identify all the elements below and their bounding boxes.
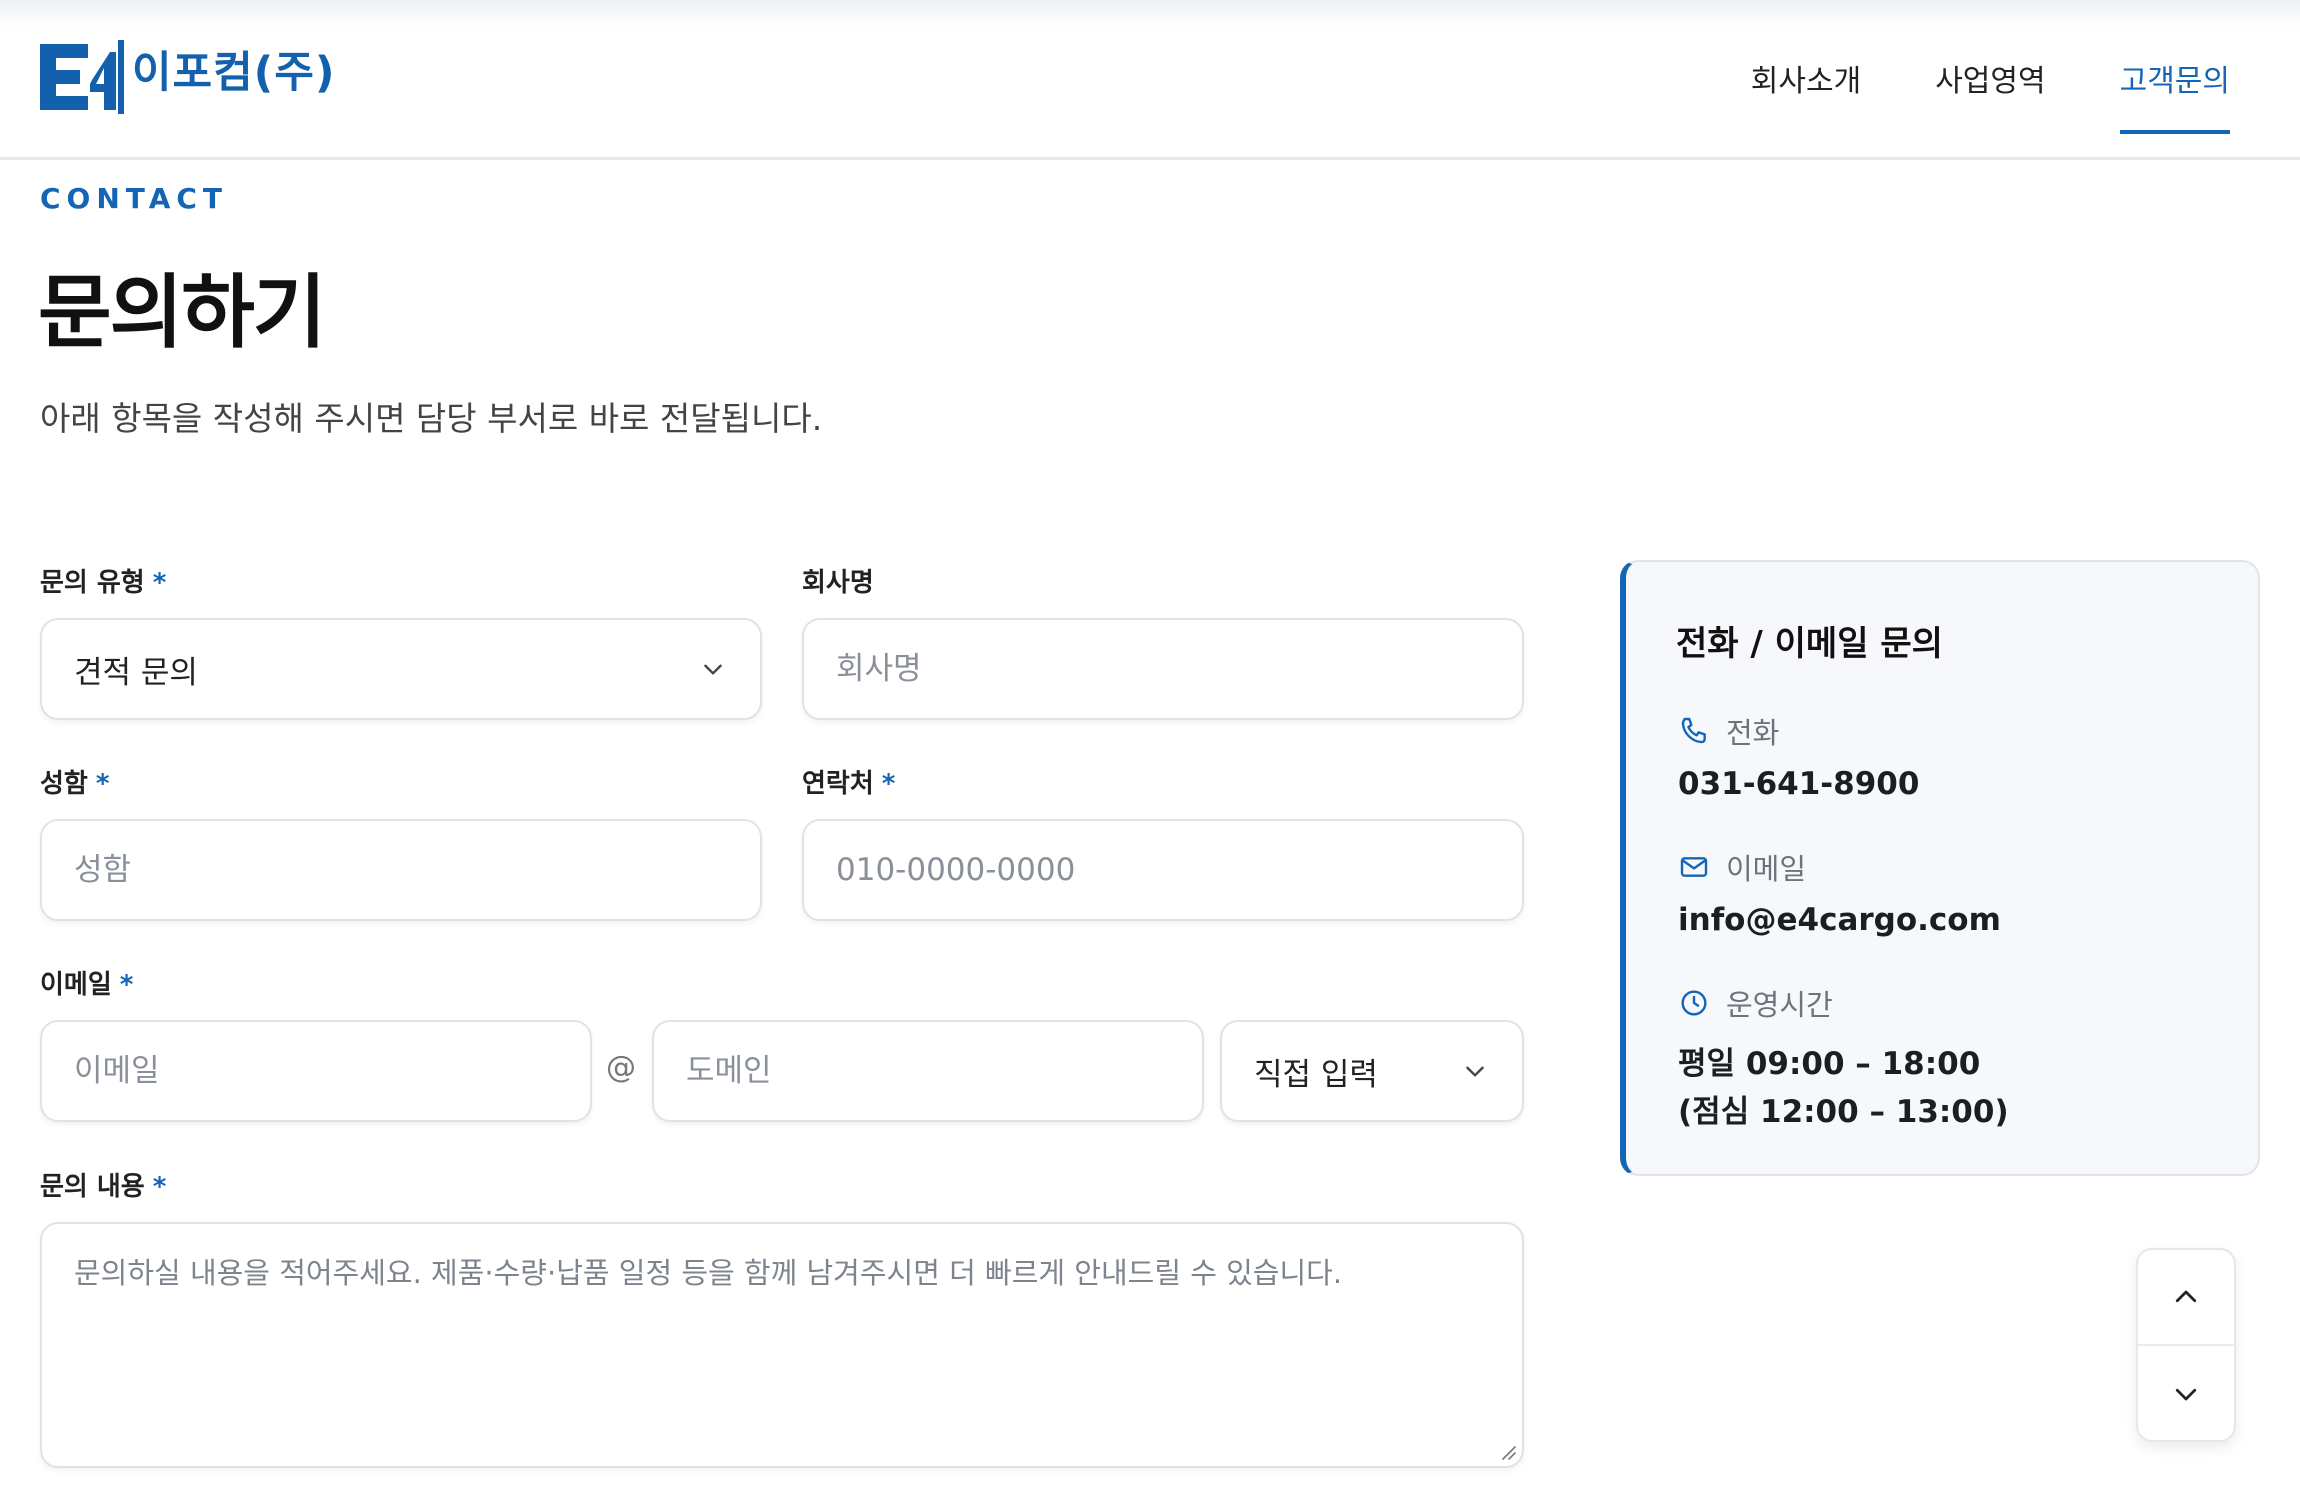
site-header: 이포컴(주) 회사소개 사업영역 고객문의: [0, 0, 2300, 160]
chevron-down-icon: [1466, 1066, 1484, 1077]
scroll-bottom-button[interactable]: [2138, 1346, 2234, 1442]
message-textarea[interactable]: [74, 1250, 1490, 1450]
page-title: 문의하기: [38, 266, 326, 359]
hours-lunch: (점심 12:00 – 13:00): [1678, 1094, 2009, 1130]
section-eyebrow: CONTACT: [40, 182, 229, 215]
inquiry-type-label: 문의 유형 *: [40, 568, 167, 598]
phone-input[interactable]: [836, 821, 1490, 919]
chevron-up-icon: [2175, 1290, 2197, 1303]
email-label: 이메일 *: [40, 970, 134, 1000]
phone-field: [802, 819, 1524, 921]
required-mark: *: [95, 769, 110, 799]
phone-label: 연락처 *: [802, 769, 896, 799]
card-title: 전화 / 이메일 문의: [1676, 624, 1943, 664]
name-label: 성함 *: [40, 769, 110, 799]
main-nav: 회사소개 사업영역 고객문의: [1677, 56, 2231, 136]
inquiry-type-select[interactable]: 견적 문의: [40, 618, 762, 720]
page-subtitle: 아래 항목을 작성해 주시면 담당 부서로 바로 전달됩니다.: [40, 399, 823, 438]
required-mark: *: [152, 1172, 167, 1202]
nav-item-company[interactable]: 회사소개: [1751, 56, 1861, 136]
mail-icon: [1680, 857, 1708, 877]
inquiry-type-value: 견적 문의: [74, 654, 198, 691]
phone-icon: [1681, 717, 1706, 744]
contact-info-card: 전화 / 이메일 문의 전화 031-641-8900 이메일 info@e4c…: [1620, 560, 2260, 1176]
scroll-top-button[interactable]: [2138, 1250, 2234, 1346]
brand-name: 이포컴(주): [132, 48, 336, 98]
required-mark: *: [152, 568, 167, 598]
message-field: [40, 1222, 1524, 1468]
email-local-field: [40, 1020, 592, 1122]
phone-number[interactable]: 031-641-8900: [1678, 766, 1919, 802]
clock-icon: [1681, 990, 1707, 1016]
at-sign: @: [606, 1050, 636, 1085]
email-label-text: 이메일: [1726, 852, 1807, 886]
required-mark: *: [881, 769, 896, 799]
email-domain-field: [652, 1020, 1204, 1122]
email-address[interactable]: info@e4cargo.com: [1678, 902, 2001, 938]
scroll-buttons: [2136, 1248, 2236, 1442]
email-domain-input[interactable]: [686, 1022, 1170, 1120]
chevron-down-icon: [2175, 1388, 2197, 1401]
required-mark: *: [119, 970, 134, 1000]
email-local-input[interactable]: [74, 1022, 558, 1120]
email-row: 이메일: [1678, 846, 1806, 888]
company-field: [802, 618, 1524, 720]
company-label: 회사명: [802, 568, 874, 598]
hours-label-text: 운영시간: [1726, 988, 1833, 1022]
email-domain-select[interactable]: 직접 입력: [1220, 1020, 1524, 1122]
phone-label-text: 전화: [1726, 716, 1780, 750]
phone-row: 전화: [1678, 710, 1779, 752]
hours-row: 운영시간: [1678, 982, 1833, 1024]
nav-item-contact[interactable]: 고객문의: [2119, 56, 2231, 136]
resize-grip-icon[interactable]: [1498, 1442, 1516, 1460]
name-field: [40, 819, 762, 921]
name-input[interactable]: [74, 821, 728, 919]
message-label: 문의 내용 *: [40, 1172, 167, 1202]
logo[interactable]: 이포컴(주): [40, 40, 336, 116]
company-input[interactable]: [836, 620, 1490, 718]
nav-item-business[interactable]: 사업영역: [1935, 56, 2045, 136]
email-domain-select-value: 직접 입력: [1254, 1056, 1378, 1093]
e4-logo-icon: [40, 40, 124, 114]
chevron-down-icon: [704, 664, 722, 675]
hours-weekday: 평일 09:00 – 18:00: [1678, 1046, 1981, 1082]
